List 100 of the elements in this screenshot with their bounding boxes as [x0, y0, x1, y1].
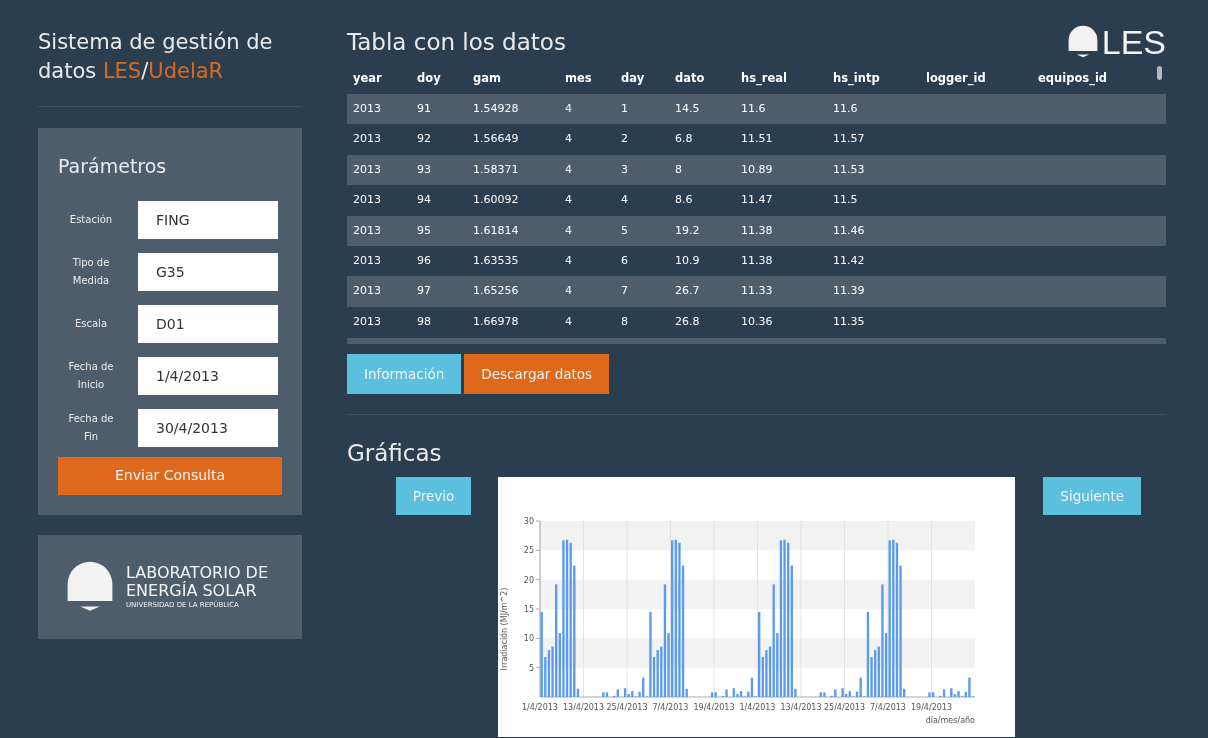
table-row[interactable]: 2013 97 1.65256 4 7 26.7 11.33 11.39	[347, 276, 1166, 307]
y-tick-label: 25	[523, 545, 534, 555]
table-cell-text: 2013	[352, 100, 382, 117]
table-cell-text: 8	[620, 313, 629, 330]
table-cell-text: 26.7	[674, 283, 701, 300]
column-header: logger_id	[925, 70, 987, 88]
table-row[interactable]: 2013 96 1.63535 4 6 10.9 11.38 11.42	[347, 245, 1166, 277]
table-cell-text: 2013	[352, 161, 382, 178]
column-header: dato	[674, 70, 706, 88]
table-cell-text: 26.8	[674, 313, 701, 330]
table-cell-text: 1.56649	[472, 131, 520, 148]
table-cell-text: 1.61814	[472, 222, 520, 239]
app-title: Sistema de gestión de datos LES/UdelaR	[38, 28, 302, 107]
table-cell-text: 2013	[352, 192, 382, 209]
table-cell-text: 3	[620, 161, 629, 178]
table-cell-text: 1.66978	[472, 313, 520, 330]
table-cell-text: 97	[416, 283, 432, 300]
field-label: Fecha de Inicio	[67, 359, 115, 392]
column-header: gam	[472, 70, 502, 88]
logo-text: ENERGÍA SOLAR	[126, 581, 258, 600]
table-cell-text: 1.54928	[472, 100, 520, 117]
table-cell-text: 4	[564, 252, 573, 269]
table-cell-text: 11.53	[832, 161, 866, 178]
table-cell-text: 2	[620, 131, 629, 148]
y-tick-label: 10	[523, 633, 534, 643]
table-row[interactable]: 2013 98 1.66978 4 8 26.8 10.36 11.35	[347, 306, 1166, 338]
input-field[interactable]: D01	[138, 304, 278, 343]
table-cell-text: 11.39	[832, 283, 866, 300]
table-cell-text: 2013	[352, 283, 382, 300]
x-tick-label: 13/4/2013	[563, 702, 604, 712]
table-cell-text: 4	[564, 313, 573, 330]
logo-text: LES	[1101, 24, 1166, 60]
table-cell-text: 19.2	[674, 222, 701, 239]
table-cell-text: 2013	[352, 222, 382, 239]
table-cell-text: 6.8	[674, 131, 694, 148]
column-header: year	[352, 70, 383, 88]
y-tick-label: 5	[528, 663, 534, 673]
x-tick-label: 7/4/2013	[870, 702, 906, 712]
x-tick-label: 19/4/2013	[693, 702, 735, 712]
column-header: equipos_id	[1037, 70, 1109, 88]
charts-heading: Gráficas	[347, 439, 443, 469]
table-cell-text: 10.36	[740, 313, 774, 330]
x-tick-label: 1/4/2013	[739, 702, 776, 712]
table-cell-text: 11.6	[740, 100, 767, 117]
column-header: hs_intp	[832, 70, 881, 88]
x-tick-label: 7/4/2013	[652, 702, 689, 712]
table-cell-text: 11.33	[740, 283, 774, 300]
input-field[interactable]: G35	[138, 252, 278, 291]
table-cell-text: 10.9	[674, 252, 701, 269]
scrollbar-thumb	[1157, 66, 1162, 80]
input-field[interactable]: 1/4/2013	[138, 356, 278, 395]
input-field[interactable]: FING	[138, 200, 278, 239]
table-cell-text: 92	[416, 131, 432, 148]
table-cell-text: 94	[416, 192, 432, 209]
table-cell-text: 1	[620, 100, 629, 117]
table-cell-text: 1.65256	[472, 283, 520, 300]
y-tick-label: 20	[523, 575, 534, 585]
table-cell-text: 4	[564, 222, 573, 239]
table-cell-text: 14.5	[674, 100, 701, 117]
x-axis-title: día/mes/año	[925, 715, 975, 725]
logo-text: LABORATORIO DE	[126, 563, 268, 582]
table-cell-text: 4	[620, 192, 629, 209]
table-cell-text: 93	[416, 161, 432, 178]
column-header: doy	[416, 70, 442, 88]
table-cell-text: 2013	[352, 313, 382, 330]
table-cell-text: 11.5	[832, 192, 859, 209]
table-cell-text: 1.60092	[472, 192, 520, 209]
table-cell-text: 4	[564, 161, 573, 178]
table-row[interactable]: 2013 95 1.61814 4 5 19.2 11.38 11.46	[347, 215, 1166, 246]
input-field[interactable]: 30/4/2013	[138, 408, 278, 447]
table-cell-text: 11.35	[832, 313, 866, 330]
table-cell-text: 6	[620, 252, 629, 269]
column-header: hs_real	[740, 70, 788, 88]
table-cell-text: 1.58371	[472, 161, 520, 178]
table-cell-text: 8	[674, 161, 683, 178]
table-cell-text: 2013	[352, 131, 382, 148]
table-row[interactable]: 2013 94 1.60092 4 4 8.6 11.47 11.5	[347, 185, 1166, 216]
x-tick-label: 19/4/2013	[911, 702, 952, 712]
table-row[interactable]: 2013 92 1.56649 4 2 6.8 11.51 11.57	[347, 124, 1166, 155]
column-header: mes	[564, 70, 593, 88]
table-cell-text: 11.6	[832, 100, 859, 117]
field-label: Escala	[73, 316, 109, 331]
field-label: Fecha de Fin	[67, 411, 115, 444]
table-row[interactable]: 2013 91 1.54928 4 1 14.5 11.6 11.6	[347, 94, 1166, 125]
field-label: Tipo de Medida	[71, 255, 111, 288]
table-cell-text: 4	[564, 192, 573, 209]
table-cell-text: 11.38	[740, 252, 774, 269]
table-cell-text: 5	[620, 222, 629, 239]
y-tick-label: 15	[523, 604, 534, 614]
y-tick-label: 30	[523, 516, 534, 526]
table-row[interactable]: 2013 93 1.58371 4 3 8 10.89 11.53	[347, 154, 1166, 186]
panel-heading: Parámetros	[58, 154, 168, 179]
table-cell-text: 11.51	[740, 131, 774, 148]
table-cell-text: 7	[620, 283, 629, 300]
table-cell-text: 4	[564, 131, 573, 148]
x-tick-label: 1/4/2013	[522, 702, 558, 712]
table-cell-text: 11.42	[832, 252, 866, 269]
table-cell-text: 11.47	[740, 192, 774, 209]
y-axis-title: Irradiación (MJ/m^2)	[500, 587, 509, 671]
table-cell-text: 96	[416, 252, 432, 269]
